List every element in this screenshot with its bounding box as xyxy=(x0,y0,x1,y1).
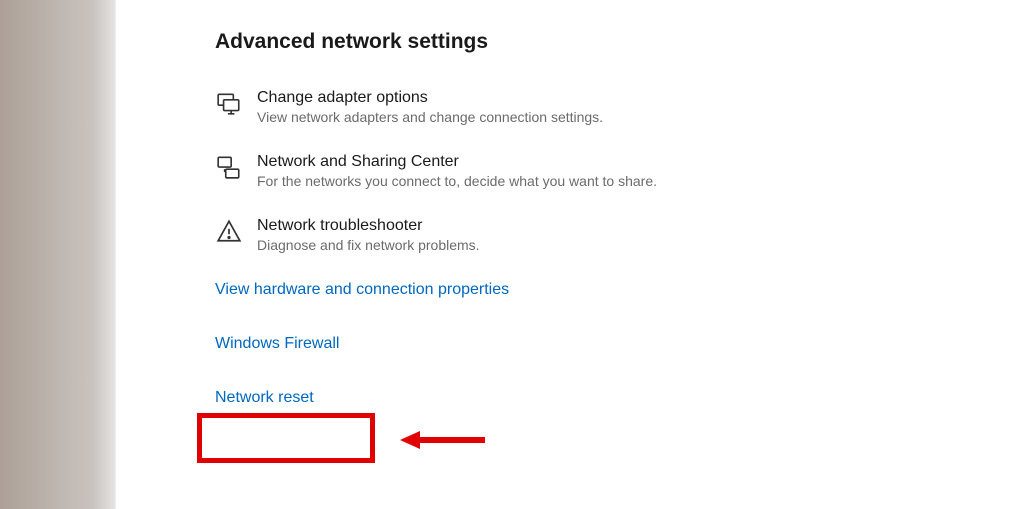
adapter-icon xyxy=(215,89,243,117)
left-gradient-decoration xyxy=(0,0,185,509)
link-hardware-properties[interactable]: View hardware and connection properties xyxy=(215,281,509,299)
setting-heading: Network and Sharing Center xyxy=(257,153,657,171)
link-network-reset[interactable]: Network reset xyxy=(215,389,314,407)
setting-desc: For the networks you connect to, decide … xyxy=(257,173,657,189)
network-troubleshooter[interactable]: Network troubleshooter Diagnose and fix … xyxy=(215,217,965,253)
setting-desc: View network adapters and change connect… xyxy=(257,109,603,125)
link-windows-firewall[interactable]: Windows Firewall xyxy=(215,335,339,353)
warning-icon xyxy=(215,217,243,245)
section-title: Advanced network settings xyxy=(215,30,965,54)
setting-desc: Diagnose and fix network problems. xyxy=(257,237,480,253)
network-sharing-center[interactable]: Network and Sharing Center For the netwo… xyxy=(215,153,965,189)
setting-text: Network troubleshooter Diagnose and fix … xyxy=(257,217,480,253)
settings-content: Advanced network settings Change adapter… xyxy=(215,30,965,443)
setting-heading: Network troubleshooter xyxy=(257,217,480,235)
setting-heading: Change adapter options xyxy=(257,89,603,107)
setting-text: Change adapter options View network adap… xyxy=(257,89,603,125)
sharing-icon xyxy=(215,153,243,181)
setting-text: Network and Sharing Center For the netwo… xyxy=(257,153,657,189)
change-adapter-options[interactable]: Change adapter options View network adap… xyxy=(215,89,965,125)
